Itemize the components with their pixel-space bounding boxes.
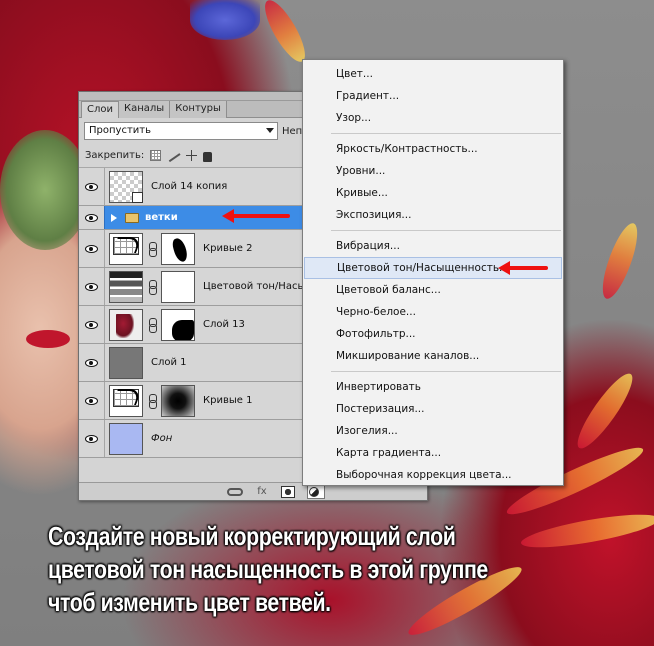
menu-item-threshold[interactable]: Изогелия... <box>303 420 563 442</box>
link-chain-icon[interactable] <box>147 241 157 257</box>
visibility-toggle[interactable] <box>79 168 105 205</box>
adjustment-layer-menu: Цвет... Градиент... Узор... Яркость/Конт… <box>302 59 564 486</box>
menu-item-solid-color[interactable]: Цвет... <box>303 63 563 85</box>
group-name: ветки <box>145 212 178 223</box>
folder-icon <box>125 212 139 223</box>
menu-item-levels[interactable]: Уровни... <box>303 160 563 182</box>
caption-line: Создайте новый корректирующий слой <box>48 521 456 551</box>
layer-name: Слой 13 <box>203 319 245 330</box>
menu-item-exposure[interactable]: Экспозиция... <box>303 204 563 226</box>
layer-mask-thumbnail[interactable] <box>161 270 195 303</box>
menu-separator <box>331 133 561 134</box>
add-mask-icon[interactable] <box>281 485 295 498</box>
layer-name: Кривые 1 <box>203 395 253 406</box>
lock-transparency-icon[interactable] <box>150 150 162 161</box>
lock-label: Закрепить: <box>85 150 145 161</box>
lily-petal <box>257 0 313 67</box>
layer-thumbnail <box>109 346 143 379</box>
link-chain-icon[interactable] <box>147 317 157 333</box>
tutorial-caption: Создайте новый корректирующий слой цвето… <box>48 520 540 619</box>
curves-adjustment-icon <box>109 232 143 265</box>
menu-item-photo-filter[interactable]: Фотофильтр... <box>303 323 563 345</box>
annotation-arrow-icon <box>222 209 290 223</box>
layer-name: Фон <box>151 433 173 444</box>
menu-item-vibrance[interactable]: Вибрация... <box>303 235 563 257</box>
eye-icon <box>85 320 98 329</box>
menu-item-brightness-contrast[interactable]: Яркость/Контрастность... <box>303 138 563 160</box>
green-leaf-decoration <box>0 130 90 250</box>
lily-petal <box>595 219 645 303</box>
hue-saturation-adjustment-icon <box>109 270 143 303</box>
menu-item-posterize[interactable]: Постеризация... <box>303 398 563 420</box>
adjustment-layer-button[interactable] <box>307 484 325 499</box>
curves-adjustment-icon <box>109 384 143 417</box>
visibility-toggle[interactable] <box>79 206 105 229</box>
layer-mask-thumbnail[interactable] <box>161 232 195 265</box>
lily-petal <box>570 367 640 455</box>
adjustment-layer-icon <box>309 486 319 497</box>
face-lips-decoration <box>26 330 70 348</box>
lock-all-icon[interactable] <box>203 151 213 162</box>
menu-item-gradient-map[interactable]: Карта градиента... <box>303 442 563 464</box>
menu-item-black-white[interactable]: Черно-белое... <box>303 301 563 323</box>
eye-icon <box>85 244 98 253</box>
tab-paths[interactable]: Контуры <box>170 101 227 118</box>
layer-thumbnail <box>109 308 143 341</box>
layer-thumbnail <box>109 422 143 455</box>
blend-mode-select[interactable]: Пропустить <box>84 122 278 140</box>
eye-icon <box>85 182 98 191</box>
menu-item-color-balance[interactable]: Цветовой баланс... <box>303 279 563 301</box>
expand-triangle-icon[interactable] <box>111 213 117 222</box>
eye-icon <box>85 213 98 222</box>
menu-separator <box>331 230 561 231</box>
smart-object-icon <box>132 191 143 203</box>
visibility-toggle[interactable] <box>79 420 105 457</box>
visibility-toggle[interactable] <box>79 382 105 419</box>
fx-icon[interactable]: fx <box>255 486 269 498</box>
visibility-toggle[interactable] <box>79 268 105 305</box>
eye-icon <box>85 282 98 291</box>
link-chain-icon[interactable] <box>147 393 157 409</box>
lock-position-icon[interactable] <box>186 150 198 161</box>
menu-item-invert[interactable]: Инвертировать <box>303 376 563 398</box>
visibility-toggle[interactable] <box>79 306 105 343</box>
layer-mask-thumbnail[interactable] <box>161 308 195 341</box>
caption-line: чтоб изменить цвет ветвей. <box>48 587 331 617</box>
lock-pixels-icon[interactable] <box>166 149 181 162</box>
eye-icon <box>85 434 98 443</box>
visibility-toggle[interactable] <box>79 344 105 381</box>
menu-item-pattern[interactable]: Узор... <box>303 107 563 129</box>
annotation-arrow-icon <box>498 261 548 275</box>
eye-icon <box>85 396 98 405</box>
opacity-label: Неп <box>282 125 303 137</box>
layer-mask-thumbnail[interactable] <box>161 384 195 417</box>
caption-line: цветовой тон насыщенность в этой группе <box>48 554 488 584</box>
tab-layers[interactable]: Слои <box>81 101 119 118</box>
link-icon[interactable] <box>227 487 243 496</box>
layer-name: Слой 1 <box>151 357 187 368</box>
tab-channels[interactable]: Каналы <box>119 101 171 118</box>
menu-item-selective-color[interactable]: Выборочная коррекция цвета... <box>303 464 563 486</box>
visibility-toggle[interactable] <box>79 230 105 267</box>
menu-item-gradient[interactable]: Градиент... <box>303 85 563 107</box>
layer-name: Кривые 2 <box>203 243 253 254</box>
blue-flower-decoration <box>190 0 260 40</box>
eye-icon <box>85 358 98 367</box>
layer-thumbnail <box>109 170 143 203</box>
chevron-down-icon <box>266 128 274 133</box>
menu-item-curves[interactable]: Кривые... <box>303 182 563 204</box>
blend-mode-value: Пропустить <box>89 125 151 136</box>
link-chain-icon[interactable] <box>147 279 157 295</box>
menu-item-channel-mixer[interactable]: Микширование каналов... <box>303 345 563 367</box>
layer-name: Слой 14 копия <box>151 181 228 192</box>
menu-separator <box>331 371 561 372</box>
